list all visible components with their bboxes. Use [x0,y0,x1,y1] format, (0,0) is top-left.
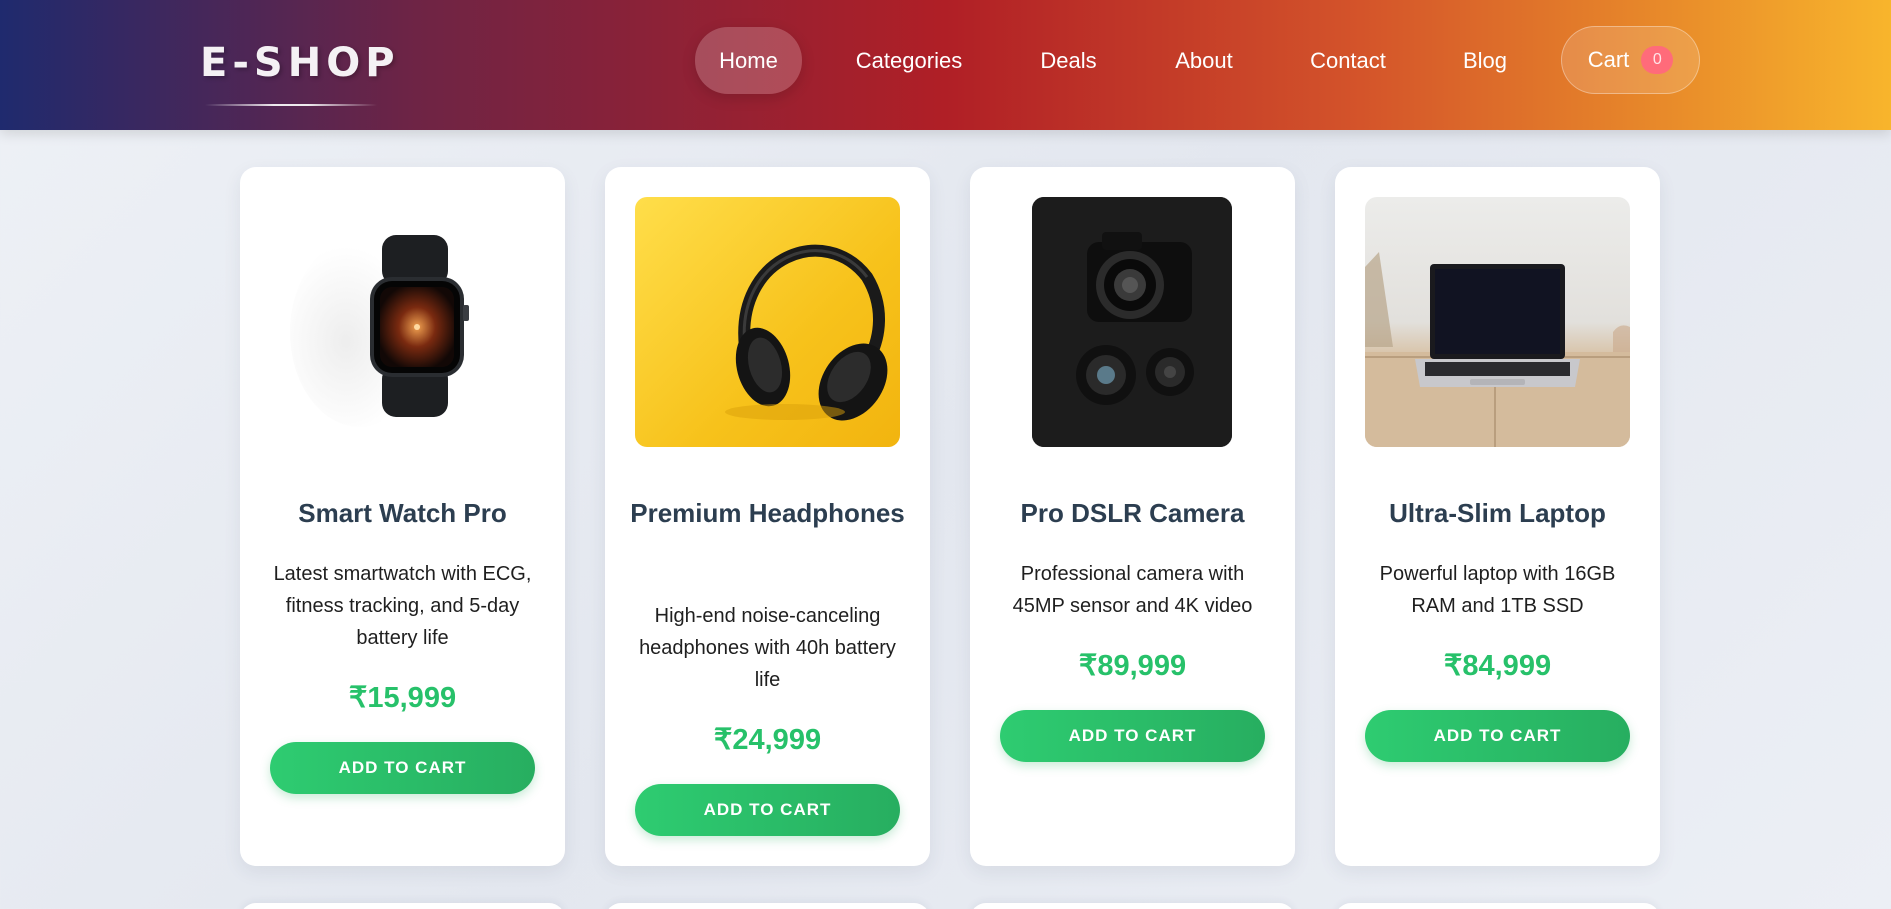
nav-home[interactable]: Home [695,27,802,94]
nav-blog[interactable]: Blog [1450,27,1520,94]
product-card [605,903,930,909]
product-card [1335,903,1660,909]
product-description: Professional camera with 45MP sensor and… [1012,563,1253,617]
cart-button[interactable]: Cart 0 [1561,26,1700,94]
product-title: Pro DSLR Camera [1020,498,1245,528]
product-description: High-end noise-canceling headphones with… [639,605,896,691]
site-header: E-SHOP Home Categories Deals About Conta… [0,0,1891,130]
laptop-image[interactable] [1365,197,1630,447]
product-description: Powerful laptop with 16GB RAM and 1TB SS… [1379,563,1616,617]
product-title: Premium Headphones [630,498,905,528]
product-description: Latest smartwatch with ECG, fitness trac… [273,563,532,649]
product-price: ₹89,999 [1078,650,1187,682]
add-to-cart-button[interactable]: ADD TO CART [635,784,900,836]
product-card [970,903,1295,909]
nav-contact[interactable]: Contact [1300,27,1396,94]
add-to-cart-button[interactable]: ADD TO CART [1000,710,1265,762]
nav-deals[interactable]: Deals [1020,27,1117,94]
product-title: Ultra-Slim Laptop [1389,498,1606,528]
camera-image[interactable] [1032,197,1232,447]
product-card: Smart Watch Pro Latest smartwatch with E… [240,167,565,866]
cart-label: Cart [1587,47,1630,72]
headphones-image[interactable] [635,197,900,447]
add-to-cart-button[interactable]: ADD TO CART [1365,710,1630,762]
product-price: ₹15,999 [348,682,457,714]
product-card: Pro DSLR Camera Professional camera with… [970,167,1295,866]
smartwatch-image[interactable] [270,197,535,447]
nav-categories[interactable]: Categories [840,27,978,94]
product-title: Smart Watch Pro [298,498,507,528]
nav-about[interactable]: About [1160,27,1248,94]
site-logo[interactable]: E-SHOP [200,40,400,86]
product-price: ₹84,999 [1443,650,1552,682]
cart-count-badge: 0 [1641,46,1674,74]
add-to-cart-button[interactable]: ADD TO CART [270,742,535,794]
product-card: Ultra-Slim Laptop Powerful laptop with 1… [1335,167,1660,866]
logo-underline [205,104,377,106]
product-card: Premium Headphones High-end noise-cancel… [605,167,930,866]
product-price: ₹24,999 [713,724,822,756]
product-card [240,903,565,909]
